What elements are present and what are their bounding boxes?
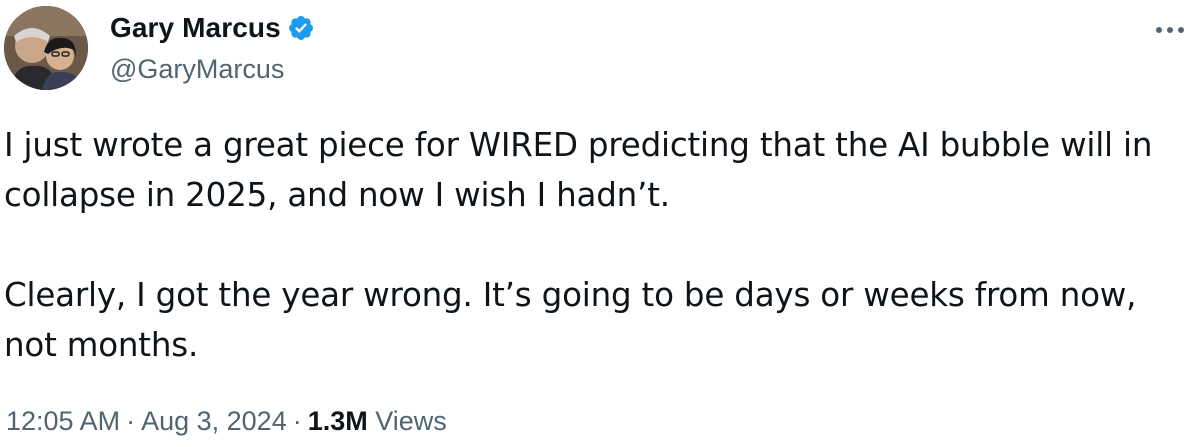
author-handle[interactable]: @GaryMarcus: [110, 54, 284, 85]
tweet-text: I just wrote a great piece for WIRED pre…: [4, 120, 1184, 370]
author-name-row: Gary Marcus: [110, 10, 315, 46]
tweet-meta: 12:05 AM · Aug 3, 2024 · 1.3M Views: [6, 406, 447, 437]
tweet-time[interactable]: 12:05 AM: [6, 406, 120, 436]
more-dot: [1178, 27, 1184, 33]
tweet-paragraph: I just wrote a great piece for WIRED pre…: [4, 126, 1153, 214]
tweet-date[interactable]: Aug 3, 2024: [141, 406, 287, 436]
views-label: Views: [375, 406, 447, 436]
more-dot: [1156, 27, 1162, 33]
author-display-name[interactable]: Gary Marcus: [110, 12, 281, 44]
avatar-photo: [4, 6, 88, 90]
more-dot: [1167, 27, 1173, 33]
meta-separator: ·: [292, 406, 302, 436]
views-count: 1.3M: [307, 406, 368, 436]
avatar[interactable]: [4, 6, 88, 90]
verified-badge-icon[interactable]: [287, 14, 315, 42]
tweet-card: Gary Marcus @GaryMarcus I just wrote a g…: [0, 0, 1200, 447]
more-options-icon[interactable]: [1150, 20, 1190, 40]
tweet-paragraph: Clearly, I got the year wrong. It’s goin…: [4, 276, 1137, 364]
meta-separator: ·: [126, 406, 136, 436]
